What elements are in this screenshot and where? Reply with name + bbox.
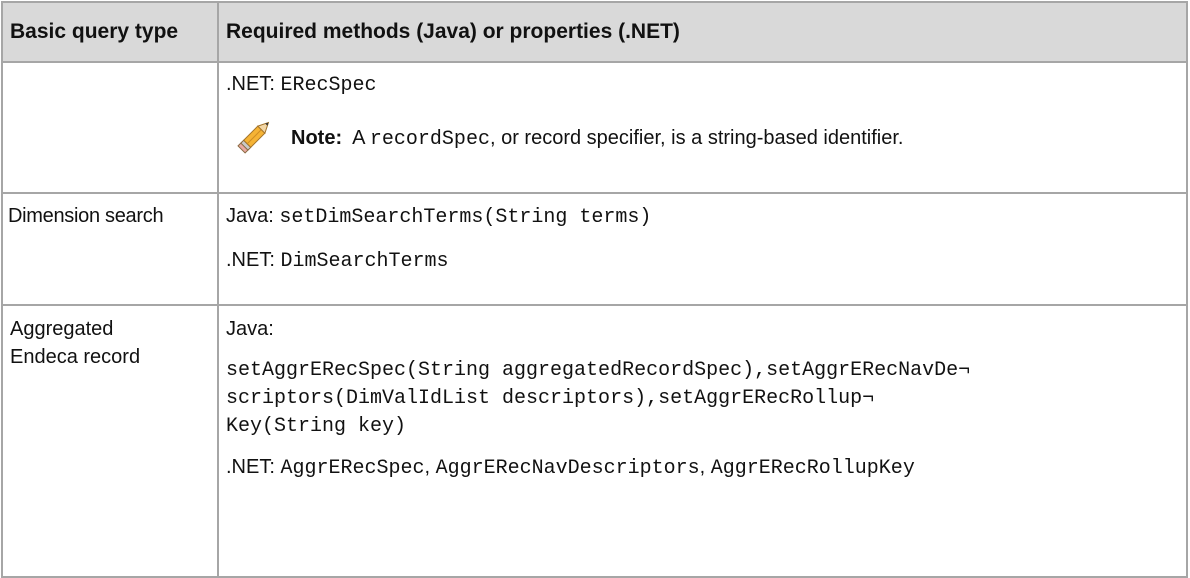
query-type-line: Aggregated <box>10 318 114 340</box>
java-label: Java: <box>226 318 274 340</box>
query-type-label: Dimension search <box>8 205 164 227</box>
query-type-label: Aggregated Endeca record <box>3 306 217 371</box>
net-code: AggrERecRollupKey <box>710 457 915 480</box>
java-code-line: setAggrERecSpec(String aggregatedRecordS… <box>226 359 971 382</box>
net-line: .NET: DimSearchTerms <box>219 246 1186 276</box>
note-text-before: A <box>352 127 370 149</box>
methods-cell: Java: setAggrERecSpec(String aggregatedR… <box>217 304 1188 578</box>
note-text-after: , or record specifier, is a string-based… <box>489 127 904 149</box>
methods-cell: Java: setDimSearchTerms(String terms) .N… <box>217 192 1188 306</box>
net-label: .NET: <box>226 456 281 478</box>
net-label: .NET: <box>226 249 281 271</box>
table-row: .NET: ERecSpec Note: A recordSpec, or re… <box>1 61 1188 194</box>
net-code: AggrERecSpec <box>280 457 425 480</box>
java-label: Java: <box>226 205 280 227</box>
methods-cell: .NET: ERecSpec Note: A recordSpec, or re… <box>217 61 1188 194</box>
java-code-line: Key(String key) <box>226 415 407 438</box>
net-line: .NET: AggrERecSpec, AggrERecNavDescripto… <box>219 453 1186 483</box>
query-type-cell: Aggregated Endeca record <box>1 304 219 578</box>
net-label: .NET: <box>226 73 281 95</box>
java-code-line: scriptors(DimValIdList descriptors),setA… <box>226 387 875 410</box>
java-line: Java: setDimSearchTerms(String terms) <box>219 202 1186 232</box>
note-text: Note: A recordSpec, or record specifier,… <box>291 124 903 154</box>
net-code: AggrERecNavDescriptors <box>435 457 700 480</box>
java-code: setDimSearchTerms(String terms) <box>279 206 652 229</box>
java-code-block: setAggrERecSpec(String aggregatedRecordS… <box>219 357 1186 441</box>
table-row: Dimension search Java: setDimSearchTerms… <box>1 192 1188 306</box>
separator: , <box>424 456 436 478</box>
net-code: ERecSpec <box>280 74 377 97</box>
separator: , <box>699 456 711 478</box>
note-block: Note: A recordSpec, or record specifier,… <box>219 112 1186 162</box>
net-code: DimSearchTerms <box>280 250 449 273</box>
note-label: Note: <box>291 127 343 149</box>
header-required-methods: Required methods (Java) or properties (.… <box>217 1 1188 63</box>
table-header-row: Basic query type Required methods (Java)… <box>1 1 1188 63</box>
query-type-cell: Dimension search <box>1 192 219 306</box>
query-type-cell-empty <box>1 61 219 194</box>
table-row: Aggregated Endeca record Java: setAggrER… <box>1 304 1188 578</box>
net-line: .NET: ERecSpec <box>219 70 1186 100</box>
query-type-line: Endeca record <box>10 346 141 368</box>
header-basic-query-type: Basic query type <box>1 1 219 63</box>
note-code: recordSpec <box>369 128 490 151</box>
query-type-table: Basic query type Required methods (Java)… <box>1 1 1188 578</box>
pencil-icon <box>231 112 279 160</box>
